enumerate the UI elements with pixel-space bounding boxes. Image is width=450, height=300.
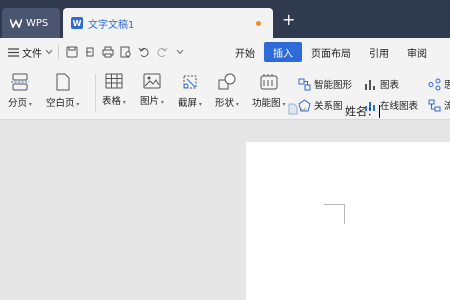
mind-map-icon (428, 78, 441, 90)
function-chart-button[interactable]: 功能图 (252, 73, 285, 109)
tab-references[interactable]: 引用 (360, 42, 398, 62)
file-menu-label: 文件 (22, 48, 42, 60)
text-caret (379, 104, 380, 118)
ribbon-item-cut-off-2[interactable]: 流 (428, 98, 450, 112)
menu-separator (58, 45, 59, 59)
tab-review[interactable]: 审阅 (398, 42, 436, 62)
page-break-button[interactable]: 分页 (8, 73, 32, 109)
blank-page-button[interactable]: 空白页 (46, 73, 79, 109)
flowchart-icon (428, 99, 441, 111)
writer-doc-icon: W (71, 17, 83, 29)
redo-icon (156, 47, 167, 57)
margin-mark-vertical (344, 204, 345, 224)
insert-ribbon: 分页 空白页 表格 图片 截屏 形状 功能图 智能图形 关系图 图表 在线图表 (0, 66, 450, 120)
menu-tabs: 开始 插入 页面布局 引用 审阅 (226, 38, 436, 66)
tab-insert[interactable]: 插入 (264, 42, 302, 62)
chevron-down-icon (45, 49, 53, 55)
chevron-down-icon (300, 107, 306, 112)
print-icon (102, 46, 113, 58)
print-preview-icon (120, 46, 131, 58)
document-page[interactable] (246, 142, 450, 300)
table-icon (105, 73, 123, 89)
chevron-down-icon (176, 49, 183, 55)
relation-chart-label: 关系图 (314, 101, 343, 112)
redo-button[interactable] (154, 45, 169, 60)
customize-toolbar-button[interactable] (172, 45, 187, 60)
new-tab-button[interactable]: + (282, 12, 295, 28)
print-button[interactable] (100, 45, 115, 60)
hamburger-icon (8, 47, 19, 57)
page-break-icon (10, 73, 29, 91)
ribbon-separator (95, 74, 96, 112)
screenshot-button[interactable]: 截屏 (178, 73, 202, 109)
function-chart-label: 功能图 (252, 95, 285, 109)
tab-document[interactable]: W 文字文稿1 (63, 8, 273, 38)
tab-wps-home[interactable]: WPS (2, 8, 60, 38)
save-icon (66, 46, 77, 58)
chart-label: 图表 (380, 80, 400, 91)
name-field-line[interactable]: 姓名： (345, 103, 380, 119)
bar-chart-icon (365, 79, 375, 90)
function-chart-icon (260, 74, 278, 90)
screenshot-icon (183, 75, 197, 89)
document-icon (288, 103, 298, 115)
save-button[interactable] (64, 45, 79, 60)
picture-button[interactable]: 图片 (140, 73, 164, 107)
file-menu[interactable]: 文件 (8, 45, 53, 60)
ribbon-item-cut-off-2-label: 流 (444, 101, 450, 112)
wps-logo-icon (10, 18, 22, 28)
tab-document-label: 文字文稿1 (88, 19, 135, 31)
table-label: 表格 (102, 93, 126, 107)
name-field-label: 姓名： (345, 105, 378, 118)
picture-icon (143, 73, 161, 89)
online-chart-label: 在线图表 (380, 101, 419, 112)
tab-home[interactable]: 开始 (226, 42, 264, 62)
shapes-icon (218, 73, 236, 90)
undo-icon (138, 47, 149, 57)
blank-page-label: 空白页 (46, 95, 79, 109)
picture-label: 图片 (140, 93, 164, 107)
tab-page-layout[interactable]: 页面布局 (302, 42, 360, 62)
tab-bar: WPS W 文字文稿1 + (0, 0, 450, 38)
shapes-button[interactable]: 形状 (215, 73, 239, 109)
undo-button[interactable] (136, 45, 151, 60)
ribbon-item-cut-off-1-label: 思 (444, 80, 450, 91)
paragraph-handle[interactable] (288, 103, 306, 115)
page-break-label: 分页 (8, 95, 32, 109)
document-canvas (0, 120, 450, 300)
unsaved-indicator (256, 21, 261, 26)
table-button[interactable]: 表格 (102, 73, 126, 107)
tab-wps-label: WPS (26, 17, 49, 29)
smart-art-icon (298, 78, 311, 90)
menu-bar: 文件 开始 插入 页面布局 引用 审阅 (0, 38, 450, 66)
chart-button[interactable]: 图表 (364, 77, 399, 91)
blank-page-icon (56, 73, 70, 91)
shapes-label: 形状 (215, 95, 239, 109)
export-icon (85, 47, 93, 57)
screenshot-label: 截屏 (178, 95, 202, 109)
smart-art-label: 智能图形 (314, 80, 353, 91)
print-preview-button[interactable] (118, 45, 133, 60)
ribbon-item-cut-off-1[interactable]: 思 (428, 77, 450, 91)
smart-art-button[interactable]: 智能图形 (298, 77, 352, 91)
margin-mark-horizontal (324, 204, 344, 205)
output-pdf-button[interactable] (82, 45, 97, 60)
